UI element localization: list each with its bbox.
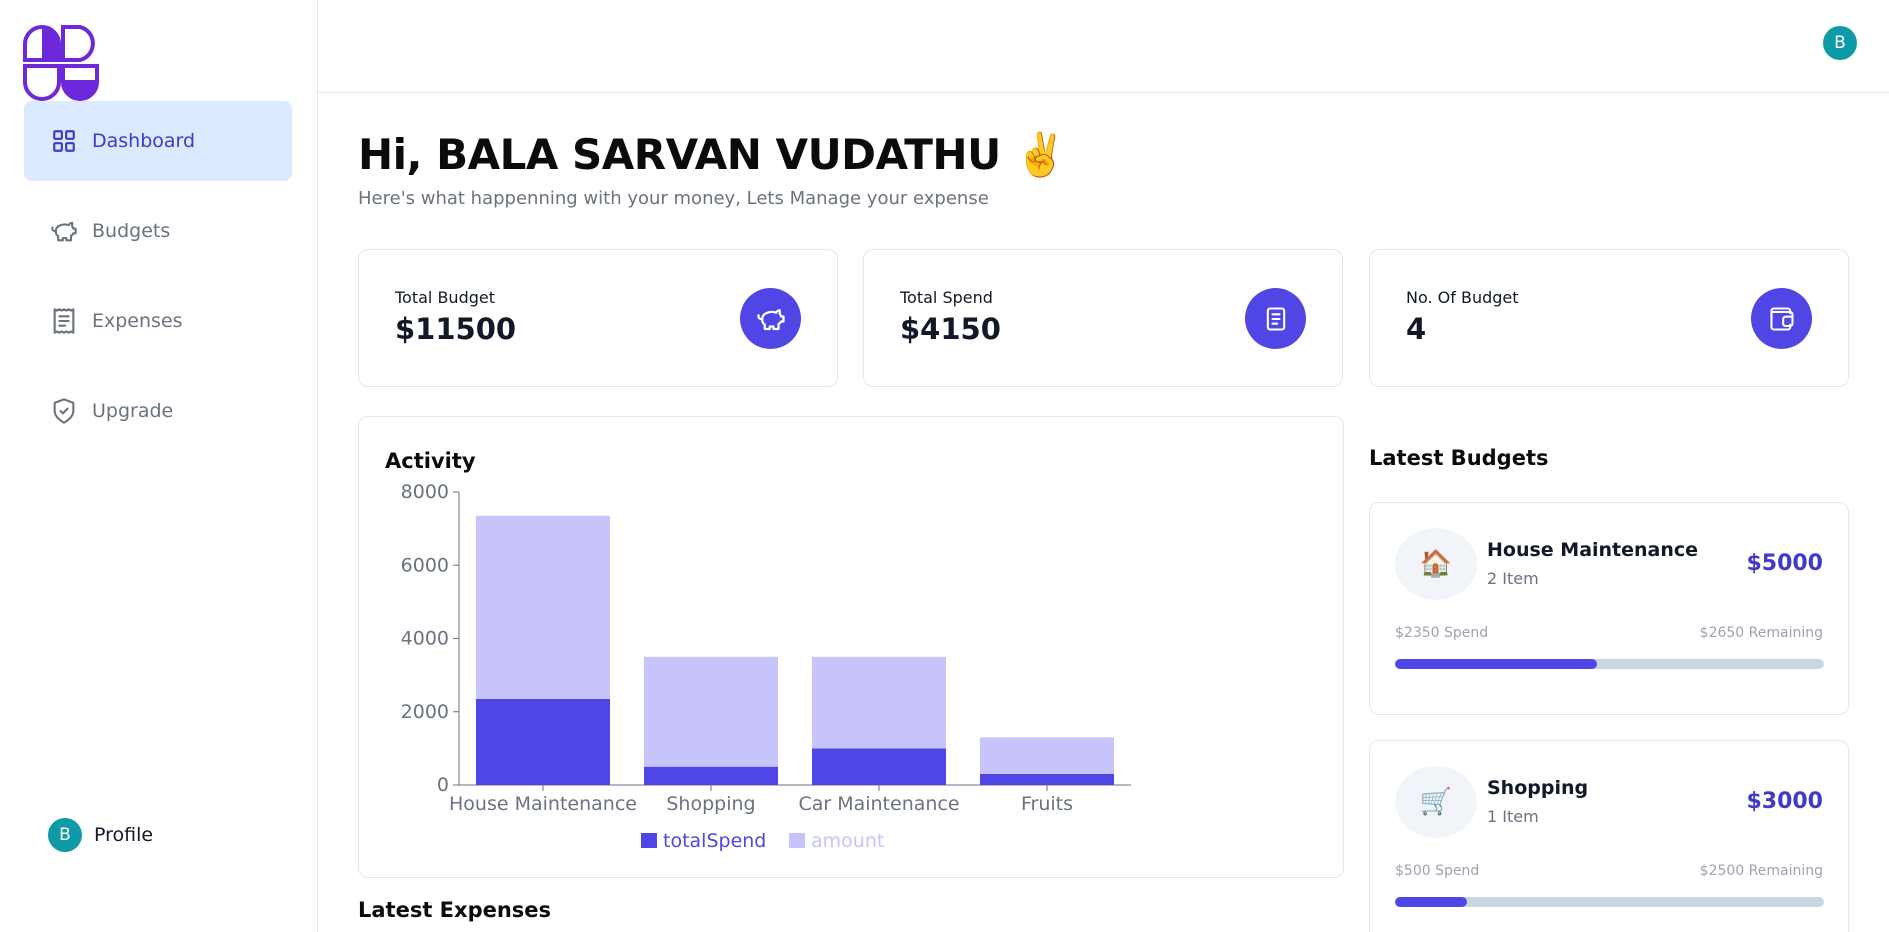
sidebar-item-label: Expenses [92,310,183,332]
wallet-icon [1751,288,1812,349]
stat-label: Total Spend [900,288,993,307]
budget-amount: $5000 [1746,551,1823,576]
profile-label: Profile [94,824,154,846]
bar-totalSpend [644,766,778,785]
sidebar-item-label: Budgets [92,220,171,242]
bar-amount [644,656,778,767]
budget-progress-fill [1395,659,1597,669]
app-root: Dashboard Budgets Expenses Upgrade B Pro… [0,0,1889,932]
avatar: B [48,818,82,852]
bar-totalSpend [812,748,946,785]
budget-card-shopping[interactable]: 🛒 Shopping 1 Item $3000 $500 Spend $2500… [1369,740,1849,932]
sidebar-item-dashboard[interactable]: Dashboard [24,101,292,181]
profile-link[interactable]: B Profile [48,818,153,852]
bar-amount [980,737,1114,775]
top-header: B [318,0,1889,93]
budget-spend: $2350 Spend [1395,625,1489,641]
legend-swatch [641,833,657,848]
activity-bar-chart: 0 2000 4000 6000 8000 House Maintenance Shoppi… [401,481,1131,852]
legend-label: amount [811,830,884,852]
x-tick-label: Car Maintenance [798,793,959,815]
page-subtitle: Here's what happenning with your money, … [358,188,989,209]
shield-check-icon [50,397,78,425]
stat-label: No. Of Budget [1406,288,1519,307]
y-tick-label: 8000 [401,481,449,503]
stat-value: $4150 [900,312,1001,346]
dashboard-icon [50,127,78,155]
budget-item-count: 1 Item [1487,807,1539,826]
budget-spend: $500 Spend [1395,863,1480,879]
budget-name: House Maintenance [1487,539,1699,561]
activity-card: Activity 0 2000 4000 6000 8000 House Maintena… [358,416,1344,878]
piggy-bank-icon [50,217,78,245]
y-tick-label: 4000 [401,628,449,650]
y-tick-label: 6000 [401,554,449,576]
legend-swatch [789,833,805,848]
piggy-bank-icon [740,288,801,349]
bar-totalSpend [980,774,1114,785]
sidebar-item-upgrade[interactable]: Upgrade [24,371,292,451]
app-logo[interactable] [22,24,100,102]
x-tick-label: House Maintenance [449,793,637,815]
sidebar-item-label: Dashboard [92,130,196,152]
receipt-icon [1245,288,1306,349]
latest-expenses-title: Latest Expenses [358,898,552,922]
sidebar-item-expenses[interactable]: Expenses [24,281,292,361]
budget-count-card: No. Of Budget 4 [1369,249,1849,387]
y-tick-label: 0 [437,774,449,796]
budget-amount: $3000 [1746,789,1823,814]
total-spend-card: Total Spend $4150 [863,249,1343,387]
legend-label: totalSpend [663,830,766,852]
budget-progress-bar [1395,897,1824,907]
receipt-icon [50,307,78,335]
stat-label: Total Budget [395,288,495,307]
x-tick-label: Fruits [1021,793,1073,815]
sidebar-item-budgets[interactable]: Budgets [24,191,292,271]
budget-card-house-maintenance[interactable]: 🏠 House Maintenance 2 Item $5000 $2350 S… [1369,502,1849,715]
bar-totalSpend [476,698,610,785]
budget-progress-bar [1395,659,1824,669]
shopping-cart-icon: 🛒 [1395,766,1477,838]
budget-remaining: $2650 Remaining [1699,625,1823,641]
house-icon: 🏠 [1395,528,1477,600]
budget-progress-fill [1395,897,1467,907]
x-tick-label: Shopping [666,793,755,815]
bar-amount [812,656,946,749]
stat-value: $11500 [395,312,517,346]
sidebar: Dashboard Budgets Expenses Upgrade B Pro… [0,0,318,932]
stat-value: 4 [1406,312,1427,346]
latest-budgets-title: Latest Budgets [1369,446,1549,470]
y-tick-label: 2000 [401,701,449,723]
bar-amount [476,515,610,699]
user-avatar-button[interactable]: B [1823,26,1857,60]
budget-remaining: $2500 Remaining [1699,863,1823,879]
budget-item-count: 2 Item [1487,569,1539,588]
budget-name: Shopping [1487,777,1589,799]
total-budget-card: Total Budget $11500 [358,249,838,387]
sidebar-item-label: Upgrade [92,400,174,422]
page-title: Hi, BALA SARVAN VUDATHU ✌️ [358,130,1067,179]
